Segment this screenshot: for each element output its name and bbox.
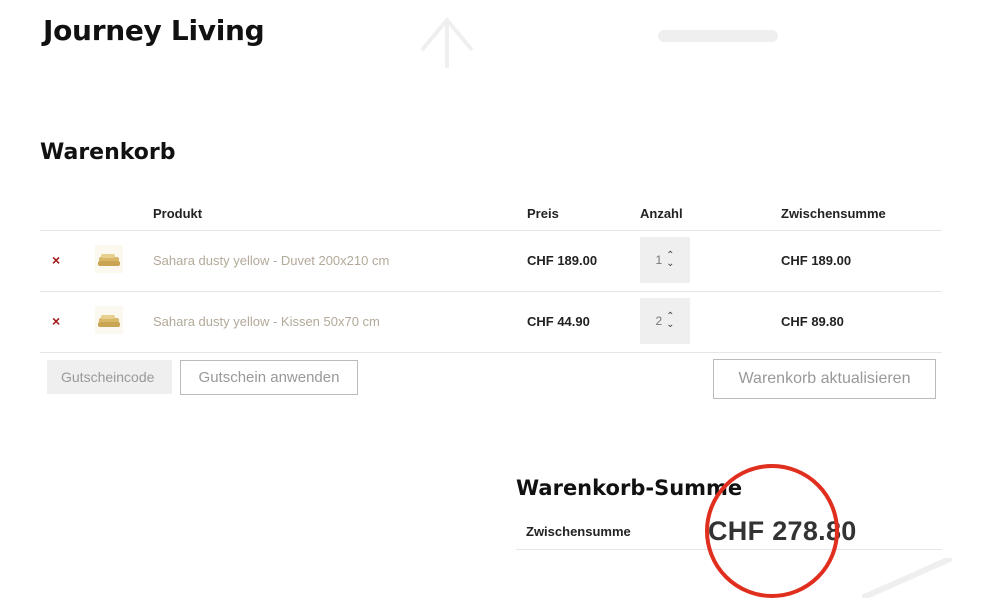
product-name-link[interactable]: Sahara dusty yellow - Kissen 50x70 cm [153,314,380,329]
product-name-link[interactable]: Sahara dusty yellow - Duvet 200x210 cm [153,253,389,268]
faint-background-graphic [862,558,952,598]
remove-item-icon[interactable]: × [52,312,66,330]
header-product: Produkt [153,206,203,221]
product-thumbnail[interactable] [95,245,123,273]
table-header: Produkt Preis Anzahl Zwischensumme [40,198,942,231]
table-row: × Sahara dusty yellow - Kissen 50x70 cm … [40,292,942,353]
page-title: Warenkorb [40,140,176,165]
highlight-circle-annotation [705,464,839,598]
product-subtotal: CHF 89.80 [781,314,844,329]
coupon-code-input[interactable]: Gutscheincode [47,360,172,394]
faint-background-graphic [420,16,474,68]
quantity-stepper[interactable]: 2 ⌃ ⌄ [640,298,690,344]
faint-background-graphic [658,30,778,42]
product-thumbnail[interactable] [95,306,123,334]
site-logo[interactable]: Journey Living [43,14,265,47]
apply-coupon-button[interactable]: Gutschein anwenden [180,360,358,395]
totals-subtotal-label: Zwischensumme [526,524,631,539]
update-cart-button[interactable]: Warenkorb aktualisieren [713,359,936,399]
spinner-arrows-icon[interactable]: ⌃ ⌄ [666,312,674,330]
header-quantity: Anzahl [640,206,683,221]
table-row: × Sahara dusty yellow - Duvet 200x210 cm… [40,231,942,292]
quantity-value: 1 [655,253,663,267]
product-subtotal: CHF 189.00 [781,253,852,268]
quantity-value: 2 [655,314,663,328]
header-price: Preis [527,206,559,221]
header-subtotal: Zwischensumme [781,206,886,221]
cart-table: Produkt Preis Anzahl Zwischensumme × Sah… [40,198,942,353]
cart-totals-title: Warenkorb-Summe [516,476,743,500]
spinner-arrows-icon[interactable]: ⌃ ⌄ [666,251,674,269]
remove-item-icon[interactable]: × [52,251,66,269]
quantity-stepper[interactable]: 1 ⌃ ⌄ [640,237,690,283]
product-price: CHF 189.00 [527,253,598,268]
product-price: CHF 44.90 [527,314,590,329]
